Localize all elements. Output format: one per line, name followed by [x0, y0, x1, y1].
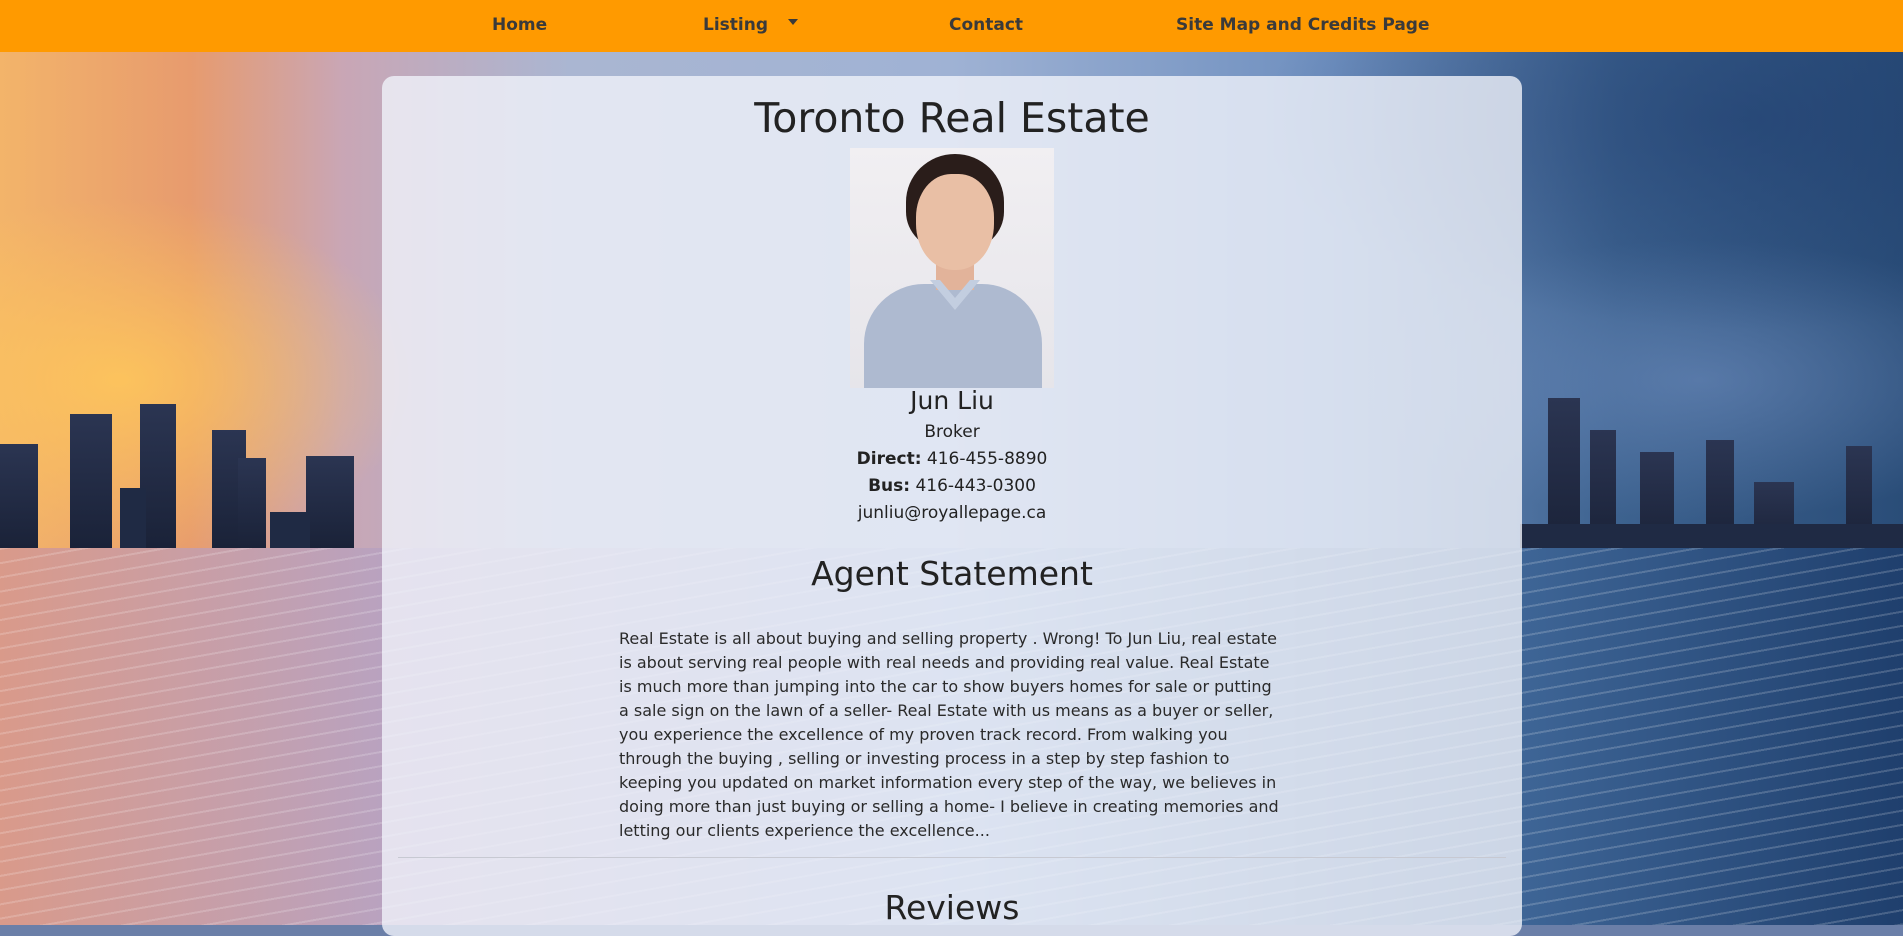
nav-contact-link[interactable]: Contact [949, 15, 1023, 35]
top-navbar: Home Listing Contact Site Map and Credit… [0, 0, 1903, 52]
section-divider [398, 857, 1506, 858]
agent-email: junliu@royallepage.ca [857, 503, 1047, 523]
main-content-card: Toronto Real Estate Jun Liu Broker Direc… [382, 76, 1522, 936]
agent-statement-text: Real Estate is all about buying and sell… [619, 629, 1279, 840]
nav-sitemap-link[interactable]: Site Map and Credits Page [1176, 15, 1430, 35]
direct-value: 416-455-8890 [926, 449, 1048, 469]
agent-name: Jun Liu [910, 386, 994, 415]
nav-listing-label: Listing [703, 15, 769, 35]
agent-bus-phone: Bus: 416-443-0300 [382, 476, 1522, 496]
nav-listing-dropdown[interactable]: Listing [703, 15, 799, 35]
bus-value: 416-443-0300 [915, 476, 1036, 496]
bus-label: Bus: [868, 476, 911, 496]
agent-statement-heading: Agent Statement [811, 554, 1093, 593]
nav-home-link[interactable]: Home [492, 15, 547, 35]
agent-direct-phone: Direct: 416-455-8890 [382, 449, 1522, 469]
page-title: Toronto Real Estate [754, 94, 1150, 142]
agent-photo [850, 148, 1054, 388]
agent-role: Broker [924, 422, 980, 442]
direct-label: Direct: [856, 449, 922, 469]
caret-down-icon [788, 19, 799, 25]
reviews-heading: Reviews [884, 888, 1020, 927]
